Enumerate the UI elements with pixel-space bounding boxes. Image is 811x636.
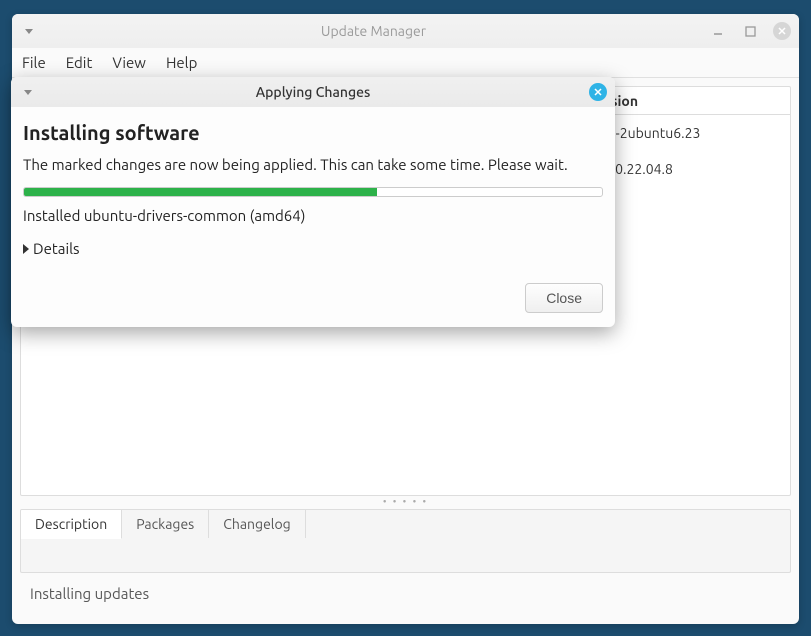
dialog-heading: Installing software	[23, 121, 603, 144]
dialog-titlebar: Applying Changes	[11, 77, 615, 107]
maximize-button[interactable]	[741, 22, 759, 40]
dialog-title: Applying Changes	[37, 84, 589, 100]
progress-status: Installed ubuntu-drivers-common (amd64)	[23, 207, 603, 224]
close-icon	[777, 26, 787, 36]
progress-bar	[23, 187, 603, 197]
close-button[interactable]	[773, 22, 791, 40]
chevron-down-icon	[24, 90, 32, 95]
tab-packages[interactable]: Packages	[122, 510, 209, 538]
dialog-menu-button[interactable]	[19, 83, 37, 101]
menu-view[interactable]: View	[112, 54, 146, 71]
close-icon	[593, 87, 603, 97]
menu-help[interactable]: Help	[166, 54, 197, 71]
tab-changelog[interactable]: Changelog	[209, 510, 305, 538]
expander-icon	[23, 244, 29, 254]
dialog-description: The marked changes are now being applied…	[23, 156, 603, 173]
minimize-button[interactable]	[709, 22, 727, 40]
minimize-icon	[712, 25, 724, 37]
window-menu-button[interactable]	[20, 22, 38, 40]
menubar: File Edit View Help	[12, 48, 799, 78]
chevron-down-icon	[25, 29, 33, 34]
status-bar: Installing updates	[20, 573, 791, 608]
applying-changes-dialog: Applying Changes Installing software The…	[11, 77, 615, 327]
close-button[interactable]: Close	[525, 283, 603, 313]
menu-file[interactable]: File	[22, 54, 46, 71]
tabstrip: Description Packages Changelog	[20, 509, 791, 573]
resize-grip[interactable]: • • • • •	[20, 496, 791, 507]
progress-fill	[24, 188, 377, 196]
titlebar: Update Manager	[12, 14, 799, 48]
window-title: Update Manager	[38, 23, 709, 39]
menu-edit[interactable]: Edit	[66, 54, 93, 71]
dialog-footer: Close	[11, 283, 615, 327]
maximize-icon	[745, 26, 756, 37]
tab-description[interactable]: Description	[21, 510, 122, 539]
details-label: Details	[33, 240, 80, 257]
dialog-body: Installing software The marked changes a…	[11, 107, 615, 283]
dialog-close-button[interactable]	[589, 83, 607, 101]
details-expander[interactable]: Details	[23, 240, 603, 257]
